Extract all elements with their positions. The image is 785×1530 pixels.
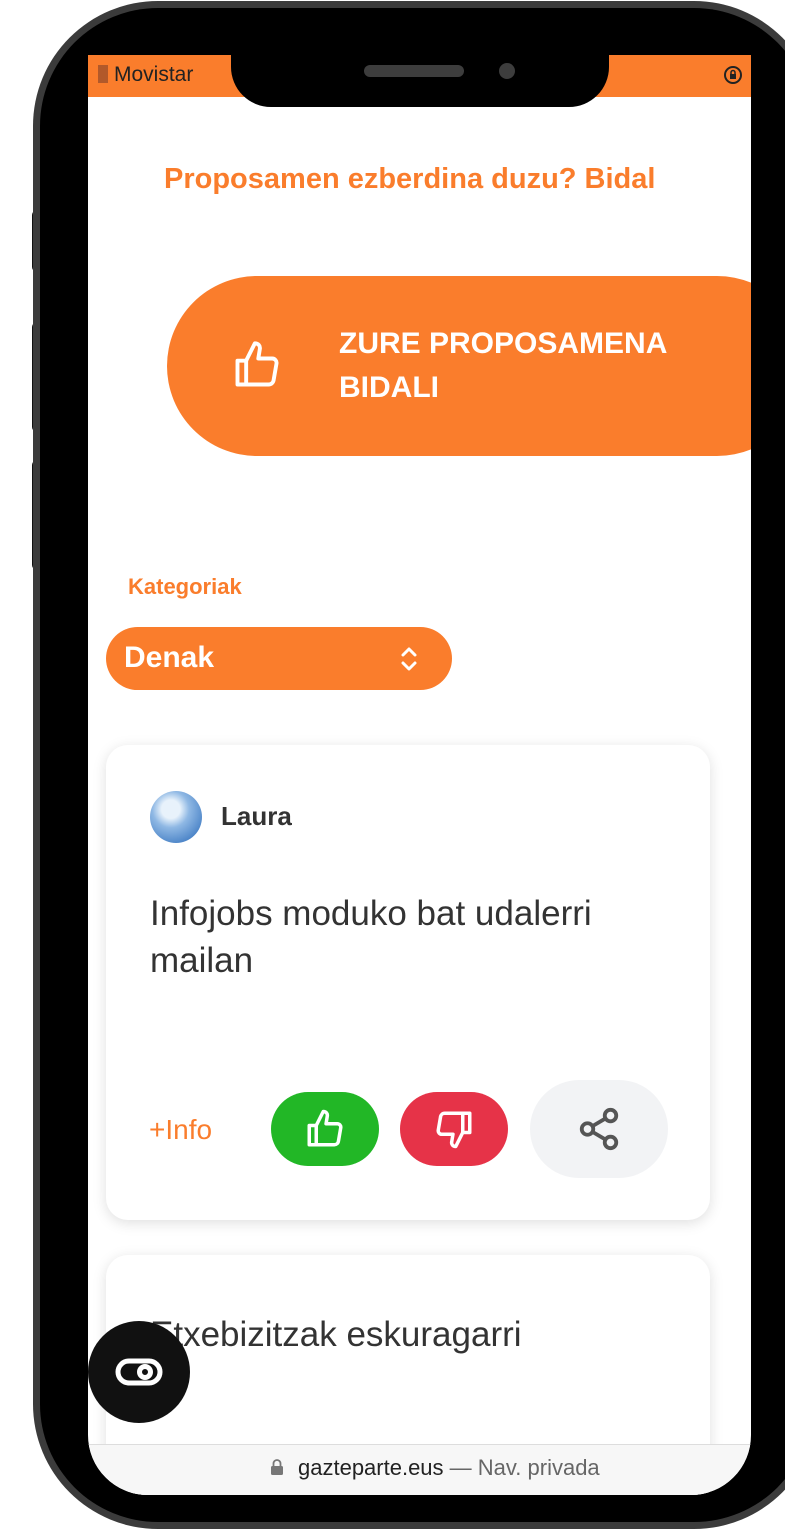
avatar xyxy=(150,791,202,843)
submit-proposal-button[interactable]: ZURE PROPOSAMENA BIDALI xyxy=(167,276,751,456)
phone-screen: Movistar Proposamen ezberdina duzu? Bida… xyxy=(88,55,751,1495)
browser-url-bar[interactable]: gazteparte.eus — Nav. privada xyxy=(88,1444,751,1495)
proposal-title: Infojobs moduko bat udalerri mailan xyxy=(150,894,592,980)
share-button[interactable] xyxy=(530,1080,668,1178)
thumbs-up-icon xyxy=(235,341,279,387)
url-text: gazteparte.eus — Nav. privada xyxy=(298,1455,600,1481)
category-selected-value: Denak xyxy=(124,641,215,674)
proposal-card: Laura Infojobs moduko bat udalerri maila… xyxy=(106,745,710,1220)
carrier-name: Movistar xyxy=(98,63,193,87)
more-info-link[interactable]: +Info xyxy=(149,1114,212,1146)
front-camera xyxy=(499,63,515,79)
category-select[interactable]: Denak xyxy=(106,627,452,690)
padlock-icon xyxy=(271,1459,283,1475)
share-icon xyxy=(579,1107,619,1151)
toggle-icon xyxy=(115,1358,163,1386)
dislike-button[interactable] xyxy=(400,1092,508,1166)
phone-notch xyxy=(231,40,609,107)
thumbs-down-icon xyxy=(436,1111,472,1149)
chevron-up-down-icon xyxy=(401,647,417,671)
author-name: Laura xyxy=(221,801,292,831)
categories-label: Kategoriak xyxy=(128,574,242,599)
carrier-label: Movistar xyxy=(114,63,194,86)
promo-heading: Proposamen ezberdina duzu? Bidal xyxy=(164,163,656,195)
rotation-lock-icon xyxy=(724,66,742,84)
url-separator: — xyxy=(449,1455,472,1480)
accessibility-button[interactable] xyxy=(88,1321,190,1423)
signal-icon xyxy=(98,65,108,83)
speaker-grille xyxy=(364,65,464,77)
thumbs-up-icon xyxy=(307,1109,343,1147)
like-button[interactable] xyxy=(271,1092,379,1166)
url-domain: gazteparte.eus xyxy=(298,1455,444,1480)
submit-proposal-label: ZURE PROPOSAMENA BIDALI xyxy=(339,327,667,404)
proposal-title: Etxebizitzak eskuragarri xyxy=(150,1315,522,1354)
private-mode-label: Nav. privada xyxy=(477,1455,600,1480)
